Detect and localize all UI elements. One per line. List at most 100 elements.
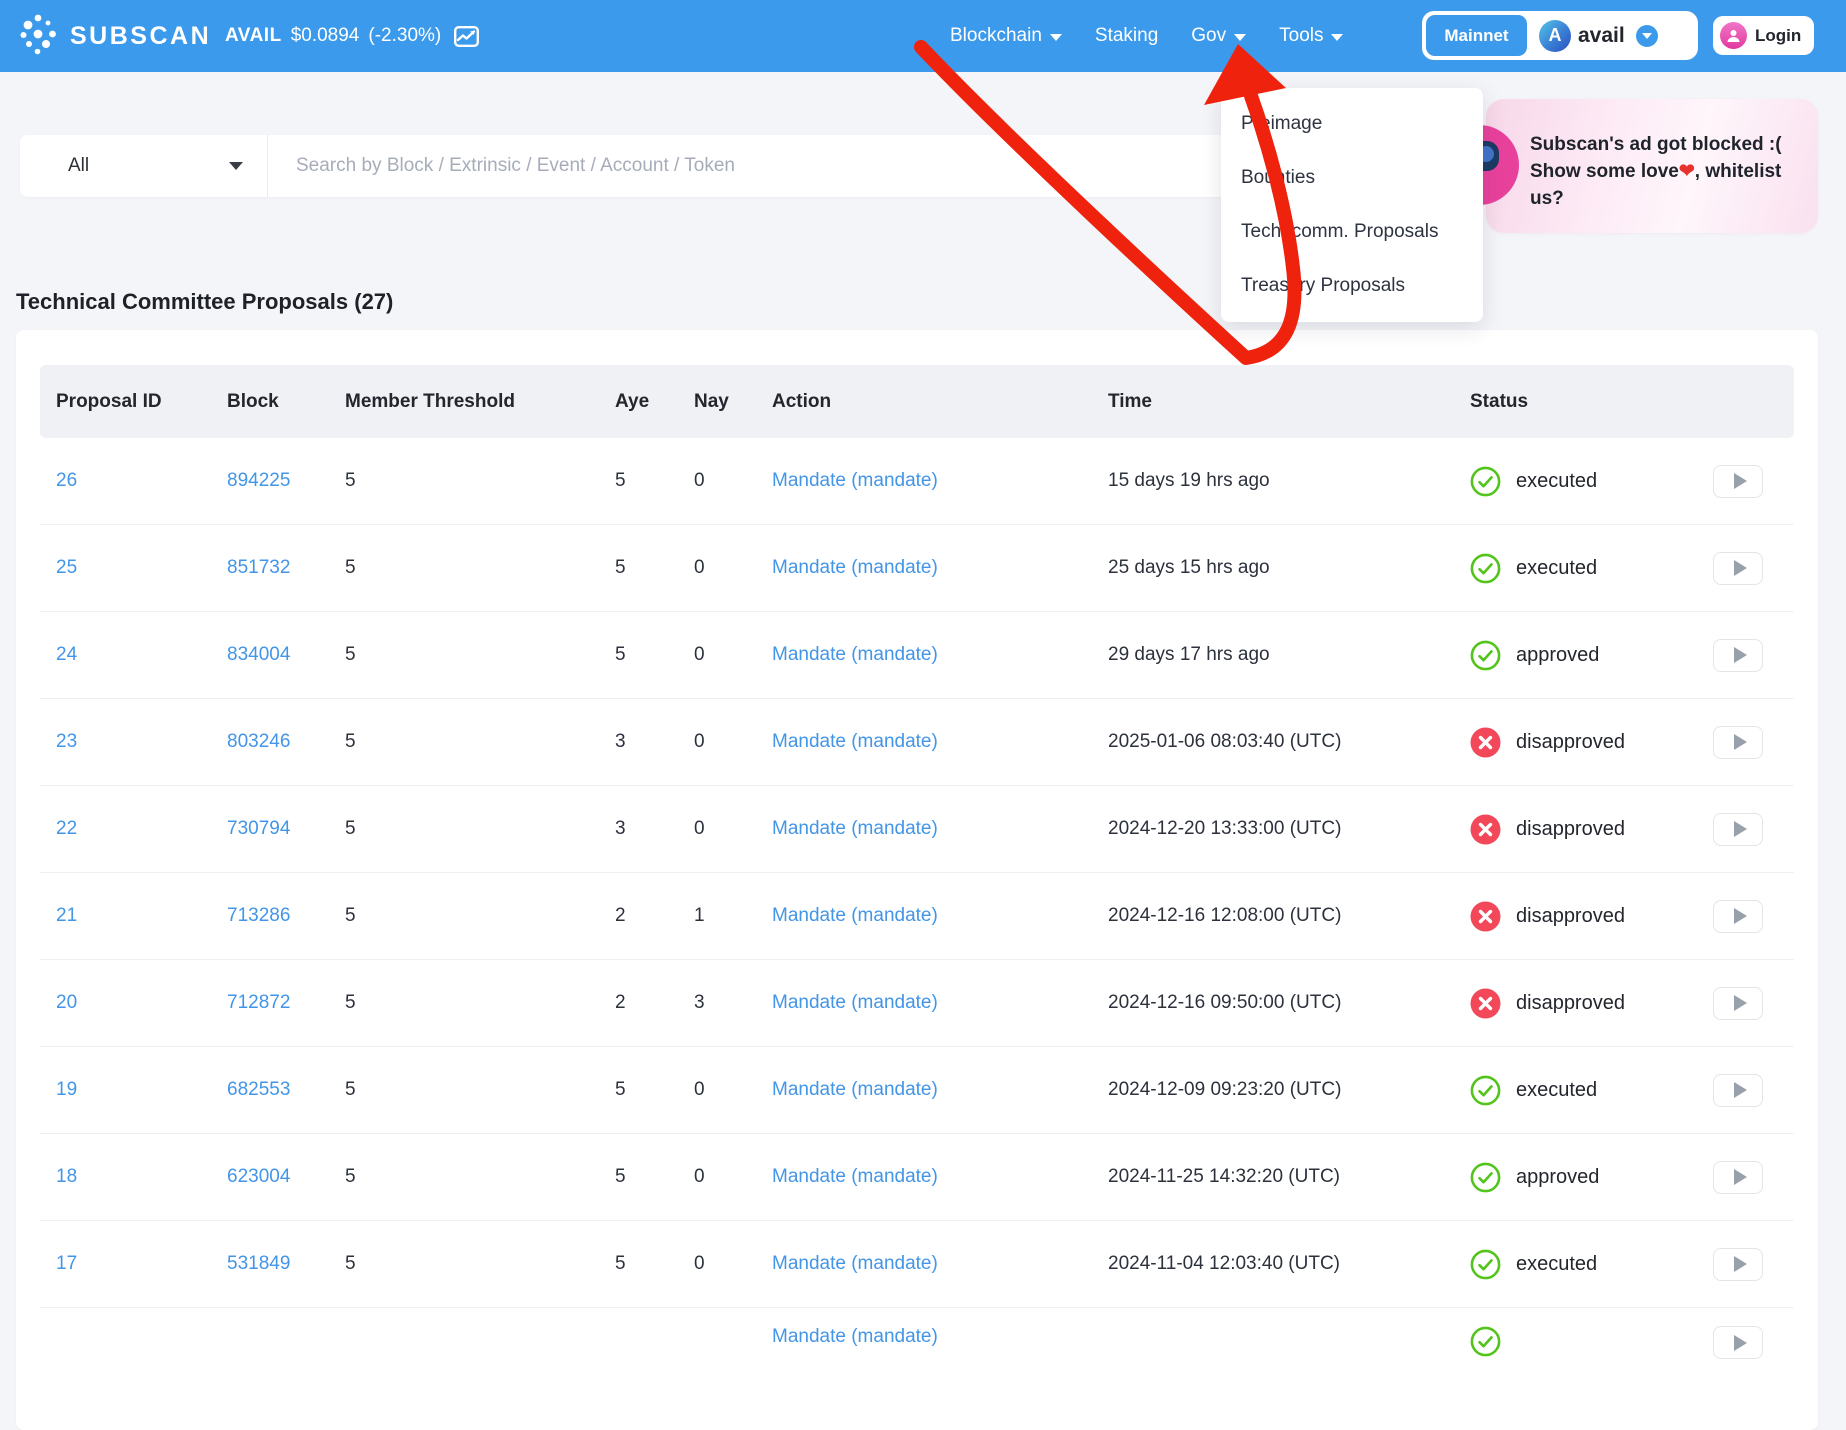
expand-row-button[interactable] [1713,465,1763,498]
action-link[interactable]: Mandate (mandate) [772,557,1108,579]
price-chart-icon[interactable] [454,26,479,47]
table-row: 17531849550Mandate (mandate)2024-11-04 1… [40,1221,1794,1308]
cross-circle-icon [1470,727,1501,758]
action-link[interactable]: Mandate (mandate) [772,1166,1108,1188]
heart-icon: ❤ [1679,161,1695,182]
time-value: 2024-12-20 13:33:00 (UTC) [1108,818,1470,840]
status-label: disapproved [1516,992,1625,1015]
table-row: Mandate (mandate) [40,1308,1794,1395]
expand-row-button[interactable] [1713,987,1763,1020]
proposal-id-link[interactable]: 26 [56,470,227,492]
play-right-icon [1734,473,1747,489]
status-label: executed [1516,470,1597,493]
action-link[interactable]: Mandate (mandate) [772,1326,1108,1348]
member-threshold: 5 [345,644,615,666]
member-threshold: 5 [345,470,615,492]
block-link[interactable]: 713286 [227,905,345,927]
check-circle-icon [1470,466,1501,497]
play-right-icon [1734,1335,1747,1351]
main-nav: Blockchain Staking Gov Tools [950,0,1343,72]
expand-row-button[interactable] [1713,900,1763,933]
proposal-id-link[interactable]: 21 [56,905,227,927]
mainnet-button[interactable]: Mainnet [1426,15,1527,56]
aye-count: 5 [615,1166,694,1188]
expand-row-button[interactable] [1713,552,1763,585]
status-badge: approved [1470,640,1713,671]
block-link[interactable]: 730794 [227,818,345,840]
block-link[interactable]: 623004 [227,1166,345,1188]
table-row: 24834004550Mandate (mandate)29 days 17 h… [40,612,1794,699]
search-filter-select[interactable]: All [20,135,267,197]
nay-count: 0 [694,1166,772,1188]
proposals-table: Proposal IDBlockMember ThresholdAyeNayAc… [16,330,1818,1430]
status-badge: executed [1470,466,1713,497]
block-link[interactable]: 712872 [227,992,345,1014]
block-link[interactable]: 851732 [227,557,345,579]
expand-row-button[interactable] [1713,1248,1763,1281]
proposal-id-link[interactable]: 25 [56,557,227,579]
expand-row-button[interactable] [1713,639,1763,672]
action-link[interactable]: Mandate (mandate) [772,644,1108,666]
proposal-id-link[interactable]: 22 [56,818,227,840]
brand-wordmark: SUBSCAN [70,22,211,51]
nay-count: 0 [694,1079,772,1101]
login-button[interactable]: Login [1713,16,1814,55]
nav-gov[interactable]: Gov [1191,25,1246,47]
nay-count: 0 [694,1253,772,1275]
proposal-id-link[interactable]: 23 [56,731,227,753]
action-link[interactable]: Mandate (mandate) [772,470,1108,492]
block-link[interactable]: 803246 [227,731,345,753]
play-right-icon [1734,1169,1747,1185]
menu-item-treasury-proposals[interactable]: Treasury Proposals [1221,259,1483,313]
menu-item-tech-comm-proposals[interactable]: Tech. comm. Proposals [1221,205,1483,259]
status-label: approved [1516,644,1599,667]
action-link[interactable]: Mandate (mandate) [772,992,1108,1014]
subscan-brand[interactable]: SUBSCAN [20,0,211,72]
play-right-icon [1734,647,1747,663]
menu-item-bounties[interactable]: Bounties [1221,151,1483,205]
nav-staking[interactable]: Staking [1095,25,1158,47]
action-link[interactable]: Mandate (mandate) [772,1253,1108,1275]
proposal-id-link[interactable]: 18 [56,1166,227,1188]
network-selector[interactable]: Mainnet A avail [1422,11,1698,60]
ad-banner-text: Subscan's ad got blocked :( Show some lo… [1530,131,1818,212]
proposal-id-link[interactable]: 19 [56,1079,227,1101]
menu-item-preimage[interactable]: Preimage [1221,97,1483,151]
column-header: Member Threshold [345,391,615,413]
nav-tools-label: Tools [1279,25,1323,47]
nav-tools[interactable]: Tools [1279,25,1343,47]
expand-row-button[interactable] [1713,726,1763,759]
chevron-down-icon [1331,34,1343,41]
nav-blockchain[interactable]: Blockchain [950,25,1062,47]
proposal-id-link[interactable]: 17 [56,1253,227,1275]
block-link[interactable]: 682553 [227,1079,345,1101]
block-link[interactable]: 894225 [227,470,345,492]
ad-banner-line2: Show some love❤, whitelist us? [1530,158,1818,212]
aye-count: 2 [615,992,694,1014]
action-link[interactable]: Mandate (mandate) [772,1079,1108,1101]
aye-count: 5 [615,1253,694,1275]
block-link[interactable]: 834004 [227,644,345,666]
expand-row-button[interactable] [1713,1326,1763,1359]
action-link[interactable]: Mandate (mandate) [772,818,1108,840]
member-threshold: 5 [345,557,615,579]
proposal-id-link[interactable]: 20 [56,992,227,1014]
expand-row-button[interactable] [1713,1161,1763,1194]
aye-count: 2 [615,905,694,927]
column-header: Proposal ID [56,391,227,413]
nay-count: 3 [694,992,772,1014]
expand-row-button[interactable] [1713,1074,1763,1107]
proposal-id-link[interactable]: 24 [56,644,227,666]
action-link[interactable]: Mandate (mandate) [772,731,1108,753]
expand-row-button[interactable] [1713,813,1763,846]
table-row: 26894225550Mandate (mandate)15 days 19 h… [40,438,1794,525]
status-badge [1470,1326,1713,1357]
time-value: 2025-01-06 08:03:40 (UTC) [1108,731,1470,753]
network-chevron-down-icon[interactable] [1636,25,1658,47]
check-circle-icon [1470,1075,1501,1106]
status-label: disapproved [1516,818,1625,841]
user-avatar-icon [1720,22,1747,49]
action-link[interactable]: Mandate (mandate) [772,905,1108,927]
network-name: avail [1578,24,1625,48]
block-link[interactable]: 531849 [227,1253,345,1275]
